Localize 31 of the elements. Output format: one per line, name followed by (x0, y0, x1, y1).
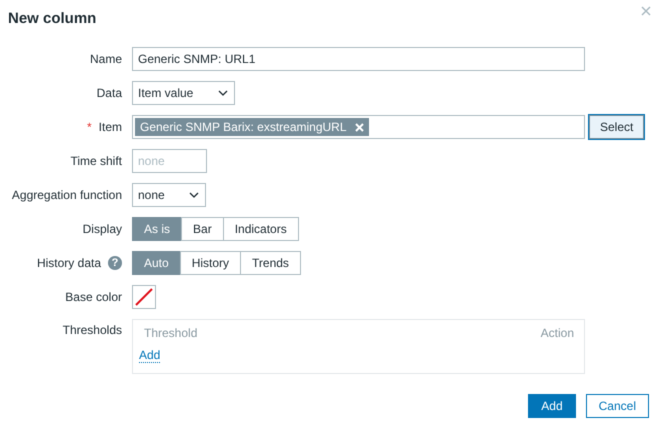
segment-button[interactable]: History (180, 251, 242, 275)
field-label: History data (36, 256, 101, 270)
segment-button[interactable]: Trends (240, 251, 301, 275)
time-shift-field[interactable]: none (132, 149, 207, 173)
add-link[interactable]: Add (139, 348, 160, 363)
dropdown[interactable]: none (132, 183, 206, 207)
field-label: Display (82, 222, 122, 236)
chevron-down-icon (218, 90, 228, 96)
column-header: Action (540, 326, 574, 340)
dropdown[interactable]: Item value (132, 81, 235, 105)
segment-button[interactable]: Indicators (222, 217, 299, 241)
field-label: Item (98, 120, 122, 134)
field-label: Base color (65, 290, 122, 304)
item-tag: Generic SNMP Barix: exstreamingURL (135, 118, 369, 136)
field-label: Data (96, 86, 122, 100)
column-header: Threshold (144, 326, 198, 340)
select-button[interactable]: Select (589, 115, 644, 139)
remove-icon[interactable] (354, 122, 364, 132)
required-mark: * (86, 120, 92, 134)
field-label: Time shift (70, 154, 122, 168)
cancel-button[interactable]: Cancel (586, 394, 649, 418)
close-icon[interactable] (641, 6, 651, 16)
dialog-title: New column (8, 10, 96, 27)
color-picker[interactable] (132, 285, 156, 309)
field-label: Name (90, 52, 122, 66)
chevron-down-icon (189, 192, 199, 198)
segment-button[interactable]: Bar (181, 217, 224, 241)
add-button[interactable]: Add (528, 394, 576, 418)
name-field[interactable]: Generic SNMP: URL1 (132, 47, 585, 71)
field-label: Thresholds (62, 323, 122, 337)
field-label: Aggregation function (12, 188, 122, 202)
